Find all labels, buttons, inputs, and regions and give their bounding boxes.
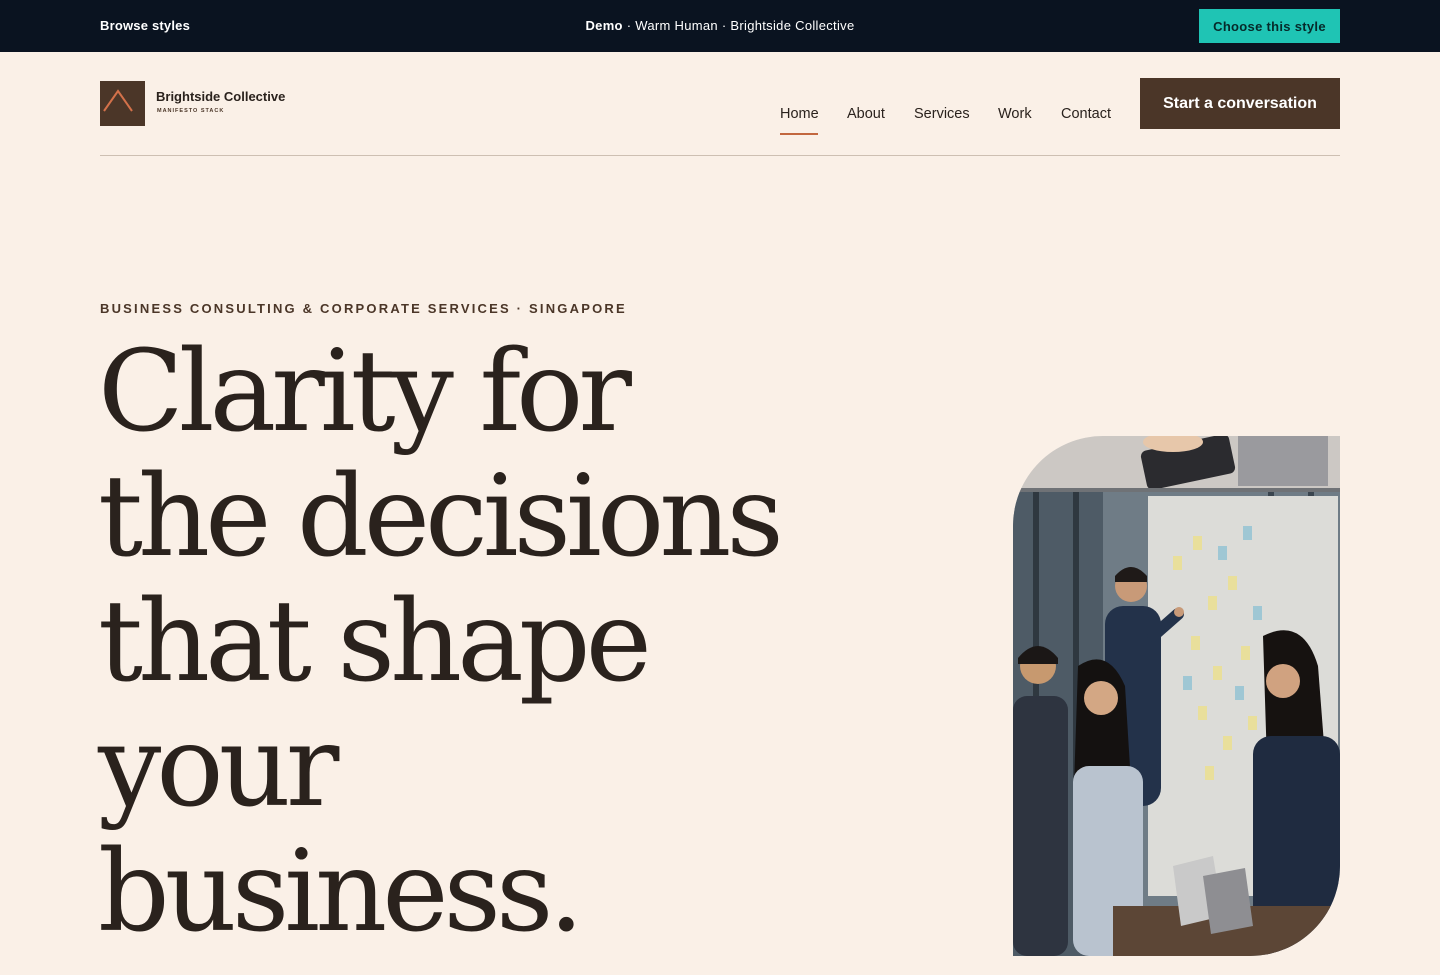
hero-team-photo [1013, 436, 1340, 956]
nav-home[interactable]: Home [780, 106, 819, 122]
start-conversation-button[interactable]: Start a conversation [1140, 78, 1340, 129]
nav-contact[interactable]: Contact [1061, 106, 1111, 122]
nav-work[interactable]: Work [998, 106, 1032, 122]
headline-line: the decisions [98, 452, 784, 582]
nav-services[interactable]: Services [914, 106, 970, 122]
hero-eyebrow: BUSINESS CONSULTING & CORPORATE SERVICES… [100, 301, 627, 316]
nav-about[interactable]: About [847, 106, 885, 122]
headline-line: that shape [98, 577, 652, 707]
demo-bar: Browse styles Demo · Warm Human · Bright… [0, 0, 1440, 52]
header-divider [100, 155, 1340, 156]
nav-active-indicator [780, 133, 818, 135]
demo-style-info: · Warm Human · Brightside Collective [622, 18, 855, 33]
brand-tagline: MANIFESTO STACK [157, 108, 225, 114]
brand-logo-icon[interactable] [100, 81, 145, 126]
demo-label: Demo [585, 18, 623, 33]
headline-line: Clarity for [98, 327, 632, 457]
choose-style-button[interactable]: Choose this style [1199, 9, 1340, 43]
brand-name[interactable]: Brightside Collective [156, 89, 285, 104]
headline-line: business. [98, 827, 584, 957]
headline-line: your [98, 702, 339, 832]
hero-headline: Clarity for the decisions that shape you… [98, 330, 918, 955]
